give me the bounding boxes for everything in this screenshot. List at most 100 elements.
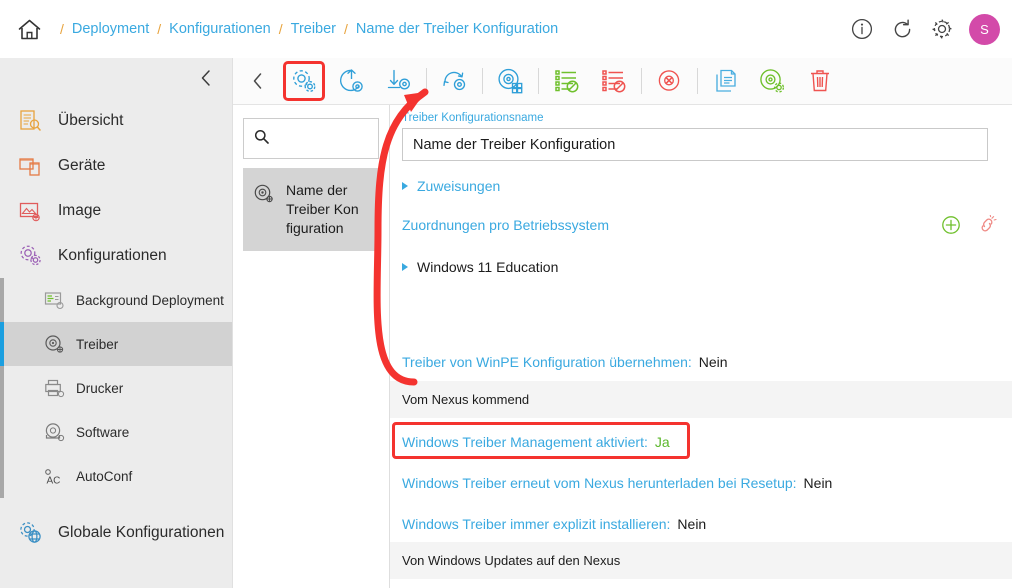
configurations-icon: [18, 243, 48, 269]
os-mappings-label[interactable]: Zuordnungen pro Betriebssystem: [402, 217, 609, 233]
os-entry-row[interactable]: Windows 11 Education: [390, 253, 1012, 281]
toolbar-driver-download-button[interactable]: [375, 58, 422, 105]
toolbar-divider: [697, 68, 698, 94]
copy-icon: [715, 69, 736, 92]
section-header-label: Vom Nexus kommend: [402, 392, 530, 407]
winpe-label: Treiber von WinPE Konfiguration übernehm…: [402, 354, 692, 370]
os-entry-label: Windows 11 Education: [417, 259, 559, 275]
sidebar-item-geraete[interactable]: Geräte: [0, 143, 232, 188]
configuration-list-pane: Name der Treiber Kon figuration: [233, 105, 390, 588]
gear-icon[interactable]: [929, 16, 955, 42]
toolbar-driver-sync-button[interactable]: [431, 58, 478, 105]
row-label: Windows Treiber immer explizit installie…: [402, 516, 671, 532]
detail-pane: Treiber Konfigurationsname Zuweisungen Z…: [390, 105, 1012, 588]
driver-disable-icon: [658, 70, 679, 91]
driver-packages-icon: [498, 68, 523, 93]
toolbar: [233, 58, 1012, 105]
sidebar-item-label: Background Deployment: [76, 292, 224, 308]
add-circle-icon[interactable]: [940, 214, 962, 236]
image-icon: [18, 198, 48, 224]
info-icon[interactable]: [849, 16, 875, 42]
driver-icon: [44, 333, 68, 355]
sidebar-item-label: Treiber: [76, 336, 119, 352]
driver-restore-icon: [339, 69, 363, 92]
list-disable-icon: [601, 70, 625, 93]
toolbar-driver-settings-button[interactable]: [281, 58, 328, 105]
printer-icon: [44, 377, 68, 399]
winpe-row[interactable]: Treiber von WinPE Konfiguration übernehm…: [390, 348, 1012, 376]
breadcrumb-item-konfigurationen[interactable]: Konfigurationen: [169, 21, 271, 37]
driver-settings-icon: [293, 69, 316, 92]
row-value: Nein: [677, 516, 707, 532]
sidebar-item-globale-konfigurationen[interactable]: Globale Konfigurationen: [0, 510, 232, 555]
breadcrumb-item-current[interactable]: Name der Treiber Konfiguration: [356, 21, 558, 37]
sidebar-item-drucker[interactable]: Drucker: [0, 366, 232, 410]
toolbar-driver-packages-button[interactable]: [487, 58, 534, 105]
sidebar-item-treiber[interactable]: Treiber: [0, 322, 232, 366]
name-field-input[interactable]: [402, 128, 988, 161]
avatar[interactable]: S: [969, 13, 1000, 45]
toolbar-copy-button[interactable]: [702, 58, 749, 105]
toolbar-list-enable-button[interactable]: [543, 58, 590, 105]
search-icon: [254, 129, 269, 149]
toolbar-divider: [641, 68, 642, 94]
breadcrumb-item-treiber[interactable]: Treiber: [291, 21, 336, 37]
driver-sync-icon: [442, 71, 465, 91]
row-value: Nein: [803, 475, 833, 491]
toolbar-driver-configure-button[interactable]: [749, 58, 796, 105]
sidebar-item-label: Drucker: [76, 380, 124, 396]
breadcrumb-separator: /: [278, 21, 283, 37]
sidebar-item-software[interactable]: Software: [0, 410, 232, 454]
os-mappings-actions: [940, 214, 998, 236]
breadcrumb-separator: /: [60, 21, 64, 37]
chevron-right-icon: [402, 263, 408, 271]
sidebar-item-uebersicht[interactable]: Übersicht: [0, 98, 232, 143]
sidebar-item-konfigurationen[interactable]: Konfigurationen: [0, 233, 232, 278]
list-item[interactable]: Name der Treiber Kon figuration: [243, 168, 379, 251]
nexus-row-explicit-install[interactable]: Windows Treiber immer explizit installie…: [390, 510, 1012, 538]
sidebar-item-label: Image: [58, 201, 102, 219]
section-header-nexus: Vom Nexus kommend: [390, 381, 1012, 418]
sidebar-item-label: Software: [76, 424, 130, 440]
driver-icon: [253, 183, 277, 210]
row-value: Ja: [654, 434, 670, 450]
list-enable-icon: [554, 70, 578, 93]
back-button[interactable]: [233, 58, 281, 105]
sidebar-collapse-button[interactable]: [0, 58, 232, 98]
unlink-icon[interactable]: [976, 214, 998, 236]
assignments-row[interactable]: Zuweisungen: [390, 172, 1012, 200]
sidebar-item-label: Konfigurationen: [58, 246, 167, 264]
search-box[interactable]: [243, 118, 379, 159]
background-deployment-icon: [44, 289, 68, 311]
svg-text:AC: AC: [47, 475, 61, 486]
sidebar-item-label: AutoConf: [76, 468, 133, 484]
driver-configure-icon: [760, 68, 785, 93]
breadcrumb-item-deployment[interactable]: Deployment: [72, 21, 149, 37]
toolbar-driver-disable-button[interactable]: [646, 58, 693, 105]
section-header-updates: Von Windows Updates auf den Nexus: [390, 542, 1012, 579]
chevron-right-icon: [402, 182, 408, 190]
breadcrumb-separator: /: [344, 21, 348, 37]
toolbar-list-disable-button[interactable]: [590, 58, 637, 105]
delete-icon: [810, 70, 829, 92]
toolbar-driver-restore-button[interactable]: [328, 58, 375, 105]
row-label: Windows Treiber Management aktiviert:: [402, 434, 648, 450]
row-label: Windows Treiber erneut vom Nexus herunte…: [402, 475, 797, 491]
toolbar-delete-button[interactable]: [796, 58, 843, 105]
os-mappings-row: Zuordnungen pro Betriebssystem: [390, 210, 1012, 240]
home-icon[interactable]: [14, 14, 44, 44]
sidebar-item-image[interactable]: Image: [0, 188, 232, 233]
winpe-value: Nein: [698, 354, 728, 370]
autoconf-icon: AC: [44, 465, 68, 487]
devices-icon: [18, 153, 48, 179]
toolbar-divider: [482, 68, 483, 94]
breadcrumb-separator: /: [157, 21, 162, 37]
sidebar-item-autoconf[interactable]: AC AutoConf: [0, 454, 232, 498]
sidebar-subgroup: Background Deployment Treiber Drucker So…: [0, 278, 232, 498]
sidebar-item-background-deployment[interactable]: Background Deployment: [0, 278, 232, 322]
list-item-label: Name der Treiber Kon figuration: [286, 182, 359, 236]
nexus-row-redownload-resetup[interactable]: Windows Treiber erneut vom Nexus herunte…: [390, 469, 1012, 497]
search-input[interactable]: [276, 130, 368, 147]
nexus-row-management-enabled[interactable]: Windows Treiber Management aktiviert: Ja: [390, 428, 1012, 456]
refresh-icon[interactable]: [889, 16, 915, 42]
